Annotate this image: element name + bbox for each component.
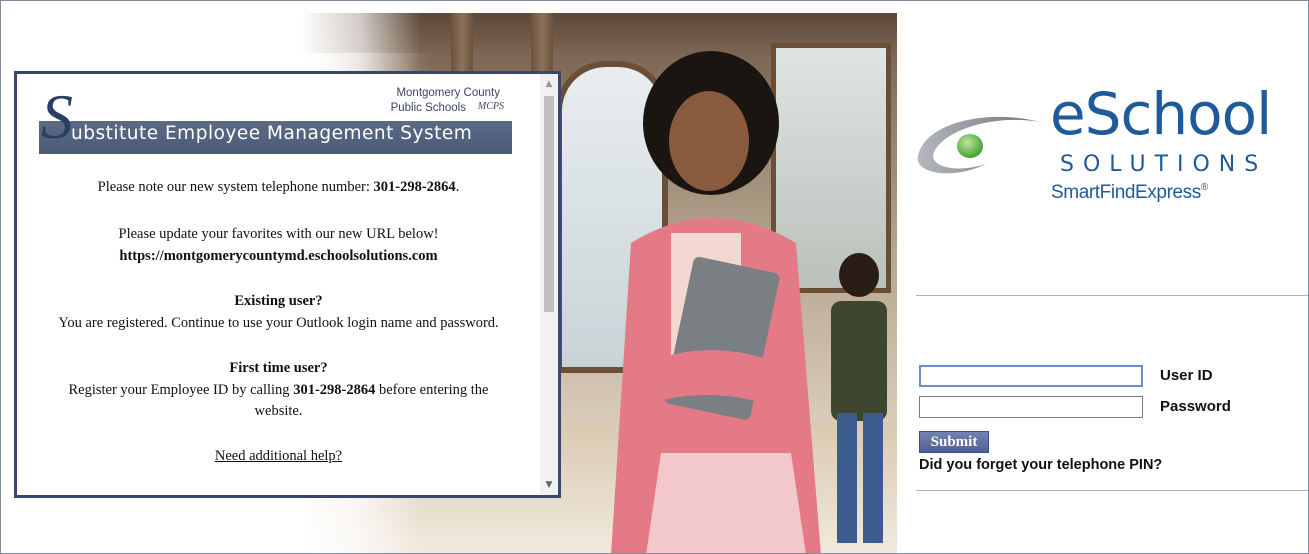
first-time-text-line2: website. — [254, 403, 303, 419]
student-figure — [831, 253, 887, 543]
teacher-figure — [611, 51, 821, 553]
password-input[interactable] — [919, 396, 1143, 418]
help-link-row: Need additional help? — [17, 446, 540, 466]
submit-button[interactable]: Submit — [919, 431, 989, 453]
banner-big-s: S — [41, 81, 73, 152]
user-id-label: User ID — [1160, 367, 1213, 384]
new-url: https://montgomerycountymd.eschoolsoluti… — [119, 248, 438, 264]
mcps-logo-icon: MCPS — [477, 101, 504, 112]
divider-bottom — [916, 490, 1308, 491]
first-time-heading: First time user? — [229, 360, 328, 376]
brand-name: eSchool — [1050, 80, 1272, 148]
banner-title: ubstitute Employee Management System — [71, 123, 473, 144]
existing-user-text: You are registered. Continue to use your… — [58, 315, 499, 331]
need-help-link[interactable]: Need additional help? — [215, 448, 342, 464]
page-frame: S ubstitute Employee Management System M… — [0, 0, 1309, 554]
scroll-down-icon[interactable]: ▼ — [540, 475, 558, 495]
first-time-text: Register your Employee ID by calling 301… — [68, 382, 489, 398]
announcement-content: S ubstitute Employee Management System M… — [17, 74, 540, 495]
announcement-panel: S ubstitute Employee Management System M… — [14, 71, 561, 498]
url-notice: Please update your favorites with our ne… — [118, 226, 439, 242]
brand-product: SmartFindExpress® — [1051, 182, 1208, 203]
sems-banner: S ubstitute Employee Management System M… — [39, 81, 512, 154]
swoosh-logo-icon — [917, 116, 1040, 174]
banner-org-line2: Public Schools — [390, 102, 466, 114]
password-label: Password — [1160, 398, 1231, 415]
existing-user-heading: Existing user? — [234, 293, 323, 309]
panel-scrollbar[interactable]: ▲ ▼ — [540, 74, 558, 495]
eschool-logo: eSchool SOLUTIONS SmartFindExpress® — [914, 80, 1294, 206]
phone-notice: Please note our new system telephone num… — [97, 179, 460, 195]
divider-top — [916, 295, 1308, 296]
scroll-thumb[interactable] — [544, 96, 554, 312]
scroll-up-icon[interactable]: ▲ — [540, 74, 558, 94]
brand-sub: SOLUTIONS — [1060, 152, 1268, 177]
user-id-input[interactable] — [919, 365, 1143, 387]
forgot-pin-link[interactable]: Did you forget your telephone PIN? — [919, 457, 1162, 473]
